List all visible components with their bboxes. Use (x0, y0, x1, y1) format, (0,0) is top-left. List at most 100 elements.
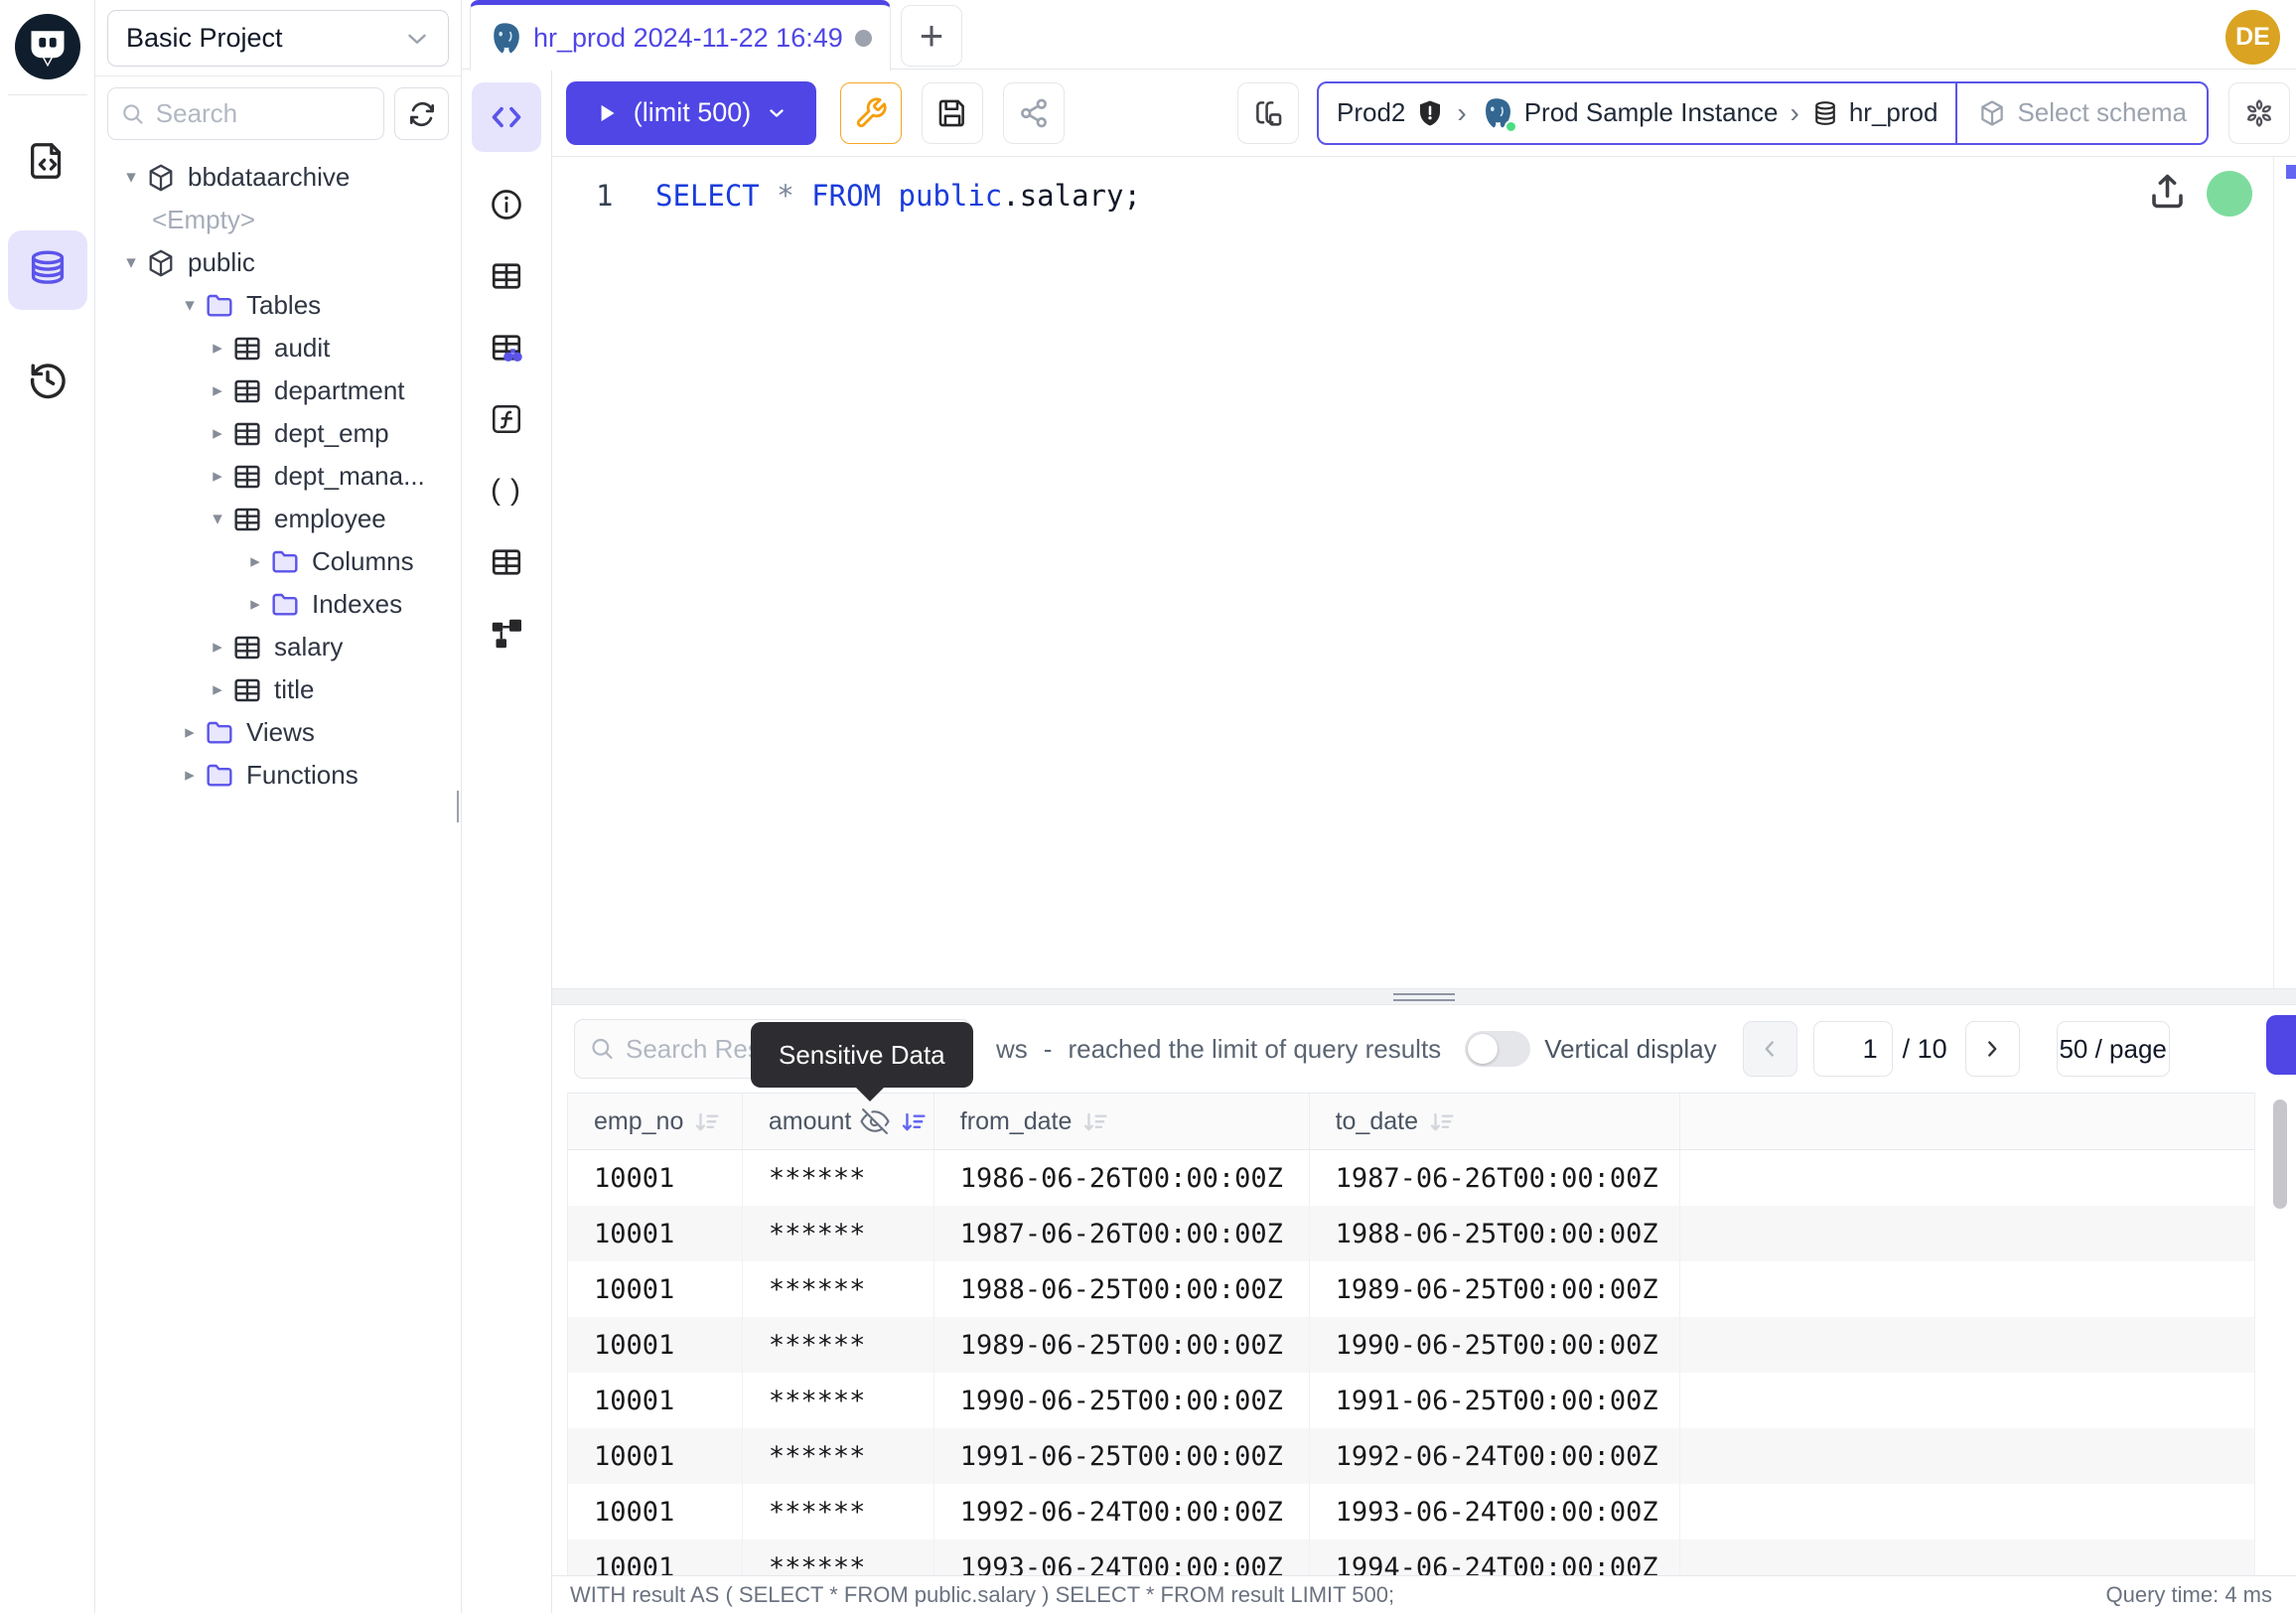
tree-caret-icon[interactable]: ▸ (204, 379, 231, 402)
tree-caret-icon[interactable]: ▸ (204, 636, 231, 659)
upload-sheet-icon[interactable] (2145, 169, 2190, 214)
views-panel-button[interactable] (488, 543, 525, 581)
table-cell[interactable]: 1990-06-25T00:00:00Z (1310, 1317, 1681, 1373)
tree-caret-icon[interactable]: ▸ (241, 550, 269, 573)
table-cell[interactable] (1680, 1428, 2255, 1484)
tree-caret-icon[interactable]: ▸ (204, 337, 231, 360)
table-cell[interactable] (1680, 1484, 2255, 1540)
table-cell[interactable]: 1993-06-24T00:00:00Z (934, 1540, 1310, 1575)
sort-icon[interactable] (692, 1107, 721, 1136)
procedures-panel-button[interactable]: ( ) (488, 472, 525, 510)
share-button[interactable] (1003, 82, 1065, 144)
tree-item-dept-emp[interactable]: ▸ dept_emp (95, 412, 461, 455)
rail-item-history[interactable] (8, 340, 87, 419)
tree-caret-icon[interactable]: ▸ (176, 764, 204, 787)
table-cell[interactable]: 1990-06-25T00:00:00Z (934, 1373, 1310, 1428)
table-cell[interactable]: 1992-06-24T00:00:00Z (934, 1484, 1310, 1540)
table-cell[interactable] (1680, 1206, 2255, 1261)
tree-caret-icon[interactable]: ▾ (117, 251, 145, 274)
table-cell[interactable]: 10001 (568, 1373, 743, 1428)
table-row[interactable]: 10001******1987-06-26T00:00:00Z1988-06-2… (568, 1206, 2255, 1261)
column-header-from_date[interactable]: from_date (934, 1094, 1310, 1149)
batch-query-button[interactable] (1237, 82, 1299, 144)
table-cell[interactable] (1680, 1261, 2255, 1317)
tree-caret-icon[interactable]: ▸ (241, 593, 269, 616)
table-row[interactable]: 10001******1993-06-24T00:00:00Z1994-06-2… (568, 1540, 2255, 1575)
table-cell[interactable]: 10001 (568, 1428, 743, 1484)
table-row[interactable]: 10001******1986-06-26T00:00:00Z1987-06-2… (568, 1150, 2255, 1206)
tree-item-public[interactable]: ▾ public (95, 241, 461, 284)
masked-data-panel-button[interactable] (488, 329, 525, 367)
table-cell[interactable]: ****** (743, 1540, 934, 1575)
worksheet-tab[interactable]: hr_prod 2024-11-22 16:49 (470, 0, 891, 71)
table-cell[interactable]: 1986-06-26T00:00:00Z (934, 1150, 1310, 1206)
tree-item-department[interactable]: ▸ department (95, 369, 461, 412)
tree-item-indexes[interactable]: ▸ Indexes (95, 583, 461, 626)
table-cell[interactable]: ****** (743, 1150, 934, 1206)
table-cell[interactable] (1680, 1150, 2255, 1206)
tree-item-views[interactable]: ▸ Views (95, 711, 461, 754)
results-scrollbar-thumb[interactable] (2273, 1100, 2287, 1209)
tree-item-dept-mana-[interactable]: ▸ dept_mana... (95, 455, 461, 498)
schema-diagram-button[interactable] (488, 615, 525, 653)
column-header-amount[interactable]: amount (743, 1094, 934, 1149)
code-panel-button[interactable] (472, 82, 541, 152)
info-panel-button[interactable] (488, 186, 525, 223)
rail-item-worksheet[interactable] (8, 121, 87, 201)
rail-item-databases[interactable] (8, 230, 87, 310)
page-size-select[interactable]: 50 / page (2057, 1021, 2170, 1077)
tables-panel-button[interactable] (488, 257, 525, 295)
table-cell[interactable]: 10001 (568, 1540, 743, 1575)
sort-icon[interactable] (1427, 1107, 1456, 1136)
page-number-input[interactable]: 1 (1813, 1021, 1893, 1077)
table-cell[interactable]: 10001 (568, 1484, 743, 1540)
sort-icon[interactable] (1080, 1107, 1109, 1136)
ai-assistant-button[interactable] (2228, 82, 2290, 144)
sidebar-search[interactable] (107, 87, 384, 140)
tree-caret-icon[interactable]: ▾ (204, 508, 231, 530)
format-sql-button[interactable] (840, 82, 902, 144)
table-cell[interactable] (1680, 1317, 2255, 1373)
table-cell[interactable]: 10001 (568, 1150, 743, 1206)
vertical-display-toggle[interactable] (1465, 1031, 1530, 1067)
table-cell[interactable]: 1989-06-25T00:00:00Z (934, 1317, 1310, 1373)
add-tab-button[interactable]: + (901, 5, 962, 67)
table-cell[interactable]: ****** (743, 1317, 934, 1373)
tree-item-functions[interactable]: ▸ Functions (95, 754, 461, 797)
table-cell[interactable]: 1988-06-25T00:00:00Z (934, 1261, 1310, 1317)
tree-item-employee[interactable]: ▾ employee (95, 498, 461, 540)
table-cell[interactable]: 10001 (568, 1317, 743, 1373)
table-cell[interactable]: ****** (743, 1484, 934, 1540)
tree-item-bbdataarchive[interactable]: ▾ bbdataarchive (95, 156, 461, 199)
table-cell[interactable]: ****** (743, 1428, 934, 1484)
export-button[interactable] (2266, 1015, 2296, 1075)
functions-panel-button[interactable] (488, 400, 525, 438)
column-header[interactable] (1680, 1094, 2255, 1149)
table-cell[interactable]: ****** (743, 1261, 934, 1317)
sidebar-search-input[interactable] (156, 98, 371, 129)
table-row[interactable]: 10001******1988-06-25T00:00:00Z1989-06-2… (568, 1261, 2255, 1317)
tree-item-audit[interactable]: ▸ audit (95, 327, 461, 369)
table-cell[interactable]: 10001 (568, 1261, 743, 1317)
table-cell[interactable]: ****** (743, 1373, 934, 1428)
sort-icon[interactable] (899, 1107, 928, 1136)
tree-caret-icon[interactable]: ▾ (176, 294, 204, 317)
results-resize-handle[interactable] (552, 988, 2296, 1005)
connection-scope[interactable]: Prod2 › (1319, 83, 1955, 143)
select-schema-button[interactable]: Select schema (1957, 83, 2207, 143)
table-row[interactable]: 10001******1991-06-25T00:00:00Z1992-06-2… (568, 1428, 2255, 1484)
table-cell[interactable]: 1992-06-24T00:00:00Z (1310, 1428, 1681, 1484)
column-header-to_date[interactable]: to_date (1310, 1094, 1681, 1149)
table-cell[interactable]: 1987-06-26T00:00:00Z (934, 1206, 1310, 1261)
tree-item-columns[interactable]: ▸ Columns (95, 540, 461, 583)
table-cell[interactable] (1680, 1373, 2255, 1428)
tree-caret-icon[interactable]: ▸ (176, 721, 204, 744)
table-cell[interactable]: 1988-06-25T00:00:00Z (1310, 1206, 1681, 1261)
next-page-button[interactable] (1965, 1021, 2020, 1077)
run-query-button[interactable]: (limit 500) (566, 81, 816, 145)
table-cell[interactable]: 1993-06-24T00:00:00Z (1310, 1484, 1681, 1540)
table-row[interactable]: 10001******1989-06-25T00:00:00Z1990-06-2… (568, 1317, 2255, 1373)
refresh-button[interactable] (394, 87, 449, 140)
table-row[interactable]: 10001******1992-06-24T00:00:00Z1993-06-2… (568, 1484, 2255, 1540)
sql-editor[interactable]: 1 SELECT * FROM public.salary; (552, 157, 2296, 988)
